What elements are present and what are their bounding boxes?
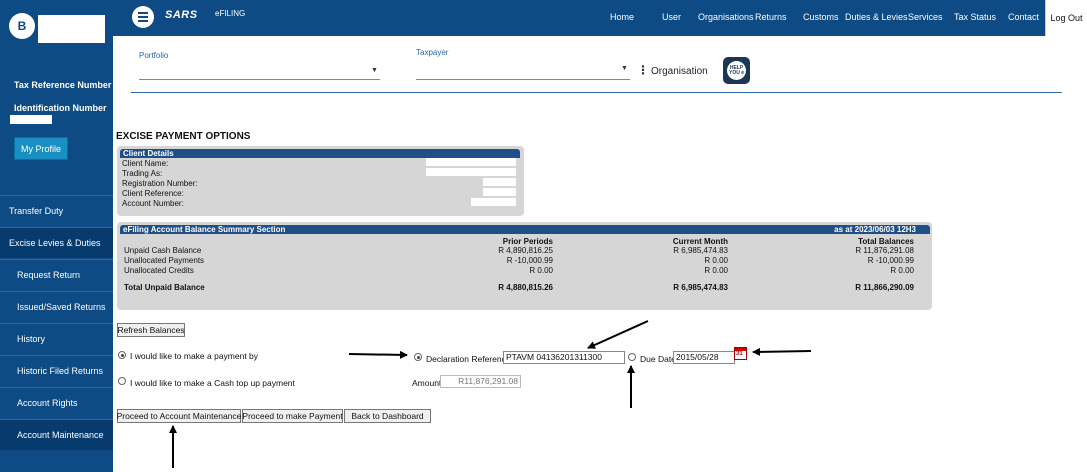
nav-services[interactable]: Services	[908, 12, 943, 22]
client-reference-label: Client Reference:	[122, 189, 184, 198]
payment-by-label: I would like to make a payment by	[130, 351, 259, 361]
column-total-balances: Total Balances	[858, 237, 914, 246]
sidebar-item-account-maintenance[interactable]: Account Maintenance	[0, 419, 113, 450]
client-details-panel: Client Details Client Name: Trading As: …	[117, 146, 524, 216]
client-name-label: Client Name:	[122, 159, 169, 168]
redacted-value	[471, 198, 516, 206]
current-value: R 0.00	[704, 256, 728, 265]
amount-label: Amount	[412, 378, 442, 388]
due-date-input[interactable]: 2015/05/28	[673, 351, 735, 364]
sidebar-header: B	[0, 0, 113, 50]
back-to-dashboard-button[interactable]: Back to Dashboard	[344, 409, 431, 423]
payment-by-radio[interactable]	[118, 351, 126, 359]
cash-topup-label: I would like to make a Cash top up payme…	[130, 378, 295, 388]
redacted-value	[483, 188, 516, 196]
balance-as-at: as at 2023/06/03 12H3	[834, 225, 916, 234]
more-options-icon[interactable]: ⋮	[637, 63, 649, 77]
sidebar-item-request-return[interactable]: Request Return	[0, 259, 113, 290]
avatar[interactable]: B	[9, 13, 35, 39]
total-row-label: Total Unpaid Balance	[124, 283, 205, 292]
redacted-id-number	[10, 115, 52, 124]
column-prior-periods: Prior Periods	[502, 237, 553, 246]
total-value: R 11,876,291.08	[855, 246, 914, 255]
header-divider	[131, 92, 1062, 93]
my-profile-button[interactable]: My Profile	[14, 137, 68, 160]
nav-user[interactable]: User	[662, 12, 681, 22]
nav-home[interactable]: Home	[610, 12, 634, 22]
redacted-value	[483, 178, 516, 186]
sidebar-item-excise-levies-duties[interactable]: Excise Levies & Duties	[0, 227, 113, 258]
proceed-to-make-payment-button[interactable]: Proceed to make Payment	[242, 409, 343, 423]
trading-as-label: Trading As:	[122, 169, 163, 178]
taxpayer-chevron-down-icon[interactable]: ▼	[621, 65, 628, 72]
balance-summary-header: eFiling Account Balance Summary Section …	[120, 225, 930, 234]
redacted-value	[426, 168, 516, 176]
total-prior-value: R 4,880,815.26	[498, 283, 553, 292]
tax-reference-label: Tax Reference Number	[14, 80, 112, 90]
logout-button[interactable]: Log Out	[1045, 0, 1087, 36]
row-label: Unpaid Cash Balance	[124, 246, 202, 255]
total-value: R 0.00	[890, 266, 914, 275]
amount-input[interactable]: R11,876,291.08	[440, 375, 521, 388]
sidebar-item-historic-filed-returns[interactable]: Historic Filed Returns	[0, 355, 113, 386]
help-you-efile-icon[interactable]: HELP YOU e	[723, 57, 750, 84]
top-navigation: SARS eFILING Home User Organisations Ret…	[113, 0, 1087, 36]
cash-topup-radio[interactable]	[118, 377, 126, 385]
proceed-to-account-maintenance-button[interactable]: Proceed to Account Maintenance	[117, 409, 241, 423]
due-date-radio[interactable]	[628, 353, 636, 361]
sidebar-item-history[interactable]: History	[0, 323, 113, 354]
calendar-icon[interactable]: 31	[734, 347, 747, 360]
declaration-reference-input[interactable]: PTAVM 04136201311300	[503, 351, 625, 364]
taxpayer-select[interactable]	[416, 79, 630, 80]
row-label: Unallocated Credits	[124, 266, 194, 275]
annotation-arrow	[752, 347, 812, 356]
sars-logo: SARS	[165, 9, 198, 21]
sidebar: B Tax Reference Number Identification Nu…	[0, 0, 113, 472]
sidebar-item-transfer-duty[interactable]: Transfer Duty	[0, 195, 113, 226]
sidebar-item-issued-saved-returns[interactable]: Issued/Saved Returns	[0, 291, 113, 322]
organisation-label: Organisation	[651, 66, 708, 77]
nav-organisations[interactable]: Organisations	[698, 12, 754, 22]
total-total-value: R 11,866,290.09	[855, 283, 914, 292]
redacted-user-name	[38, 15, 105, 43]
account-number-label: Account Number:	[122, 199, 184, 208]
nav-contact[interactable]: Contact	[1008, 12, 1039, 22]
due-date-label: Due Date	[640, 354, 676, 364]
annotation-arrow	[587, 320, 649, 349]
total-value: R -10,000.99	[867, 256, 914, 265]
declaration-reference-label: Declaration Reference	[426, 354, 511, 364]
nav-tax-status[interactable]: Tax Status	[954, 12, 996, 22]
refresh-balances-button[interactable]: Refresh Balances	[117, 323, 185, 337]
prior-value: R 4,890,816.25	[498, 246, 553, 255]
portfolio-chevron-down-icon[interactable]: ▼	[371, 67, 378, 74]
row-label: Unallocated Payments	[124, 256, 205, 265]
current-value: R 6,985,474.83	[673, 246, 728, 255]
column-current-month: Current Month	[672, 237, 728, 246]
registration-number-label: Registration Number:	[122, 179, 198, 188]
balance-summary-title: eFiling Account Balance Summary Section	[123, 225, 286, 234]
current-value: R 0.00	[704, 266, 728, 275]
nav-customs[interactable]: Customs	[803, 12, 839, 22]
page-title: EXCISE PAYMENT OPTIONS	[116, 131, 251, 142]
declaration-reference-radio[interactable]	[414, 353, 422, 361]
redacted-value	[426, 158, 516, 166]
menu-icon[interactable]	[132, 6, 154, 28]
annotation-arrow	[348, 350, 408, 359]
balance-summary-panel: eFiling Account Balance Summary Section …	[117, 222, 932, 310]
sidebar-item-account-rights[interactable]: Account Rights	[0, 387, 113, 418]
efiling-logo: eFILING	[215, 9, 246, 18]
client-details-header: Client Details	[120, 149, 520, 158]
prior-value: R -10,000.99	[506, 256, 553, 265]
taxpayer-label: Taxpayer	[416, 48, 449, 57]
portfolio-label: Portfolio	[139, 51, 169, 60]
prior-value: R 0.00	[529, 266, 553, 275]
identification-number-label: Identification Number	[14, 103, 107, 113]
total-current-value: R 6,985,474.83	[673, 283, 728, 292]
portfolio-select[interactable]	[139, 79, 380, 80]
nav-duties-levies[interactable]: Duties & Levies	[845, 12, 908, 22]
nav-returns[interactable]: Returns	[755, 12, 787, 22]
